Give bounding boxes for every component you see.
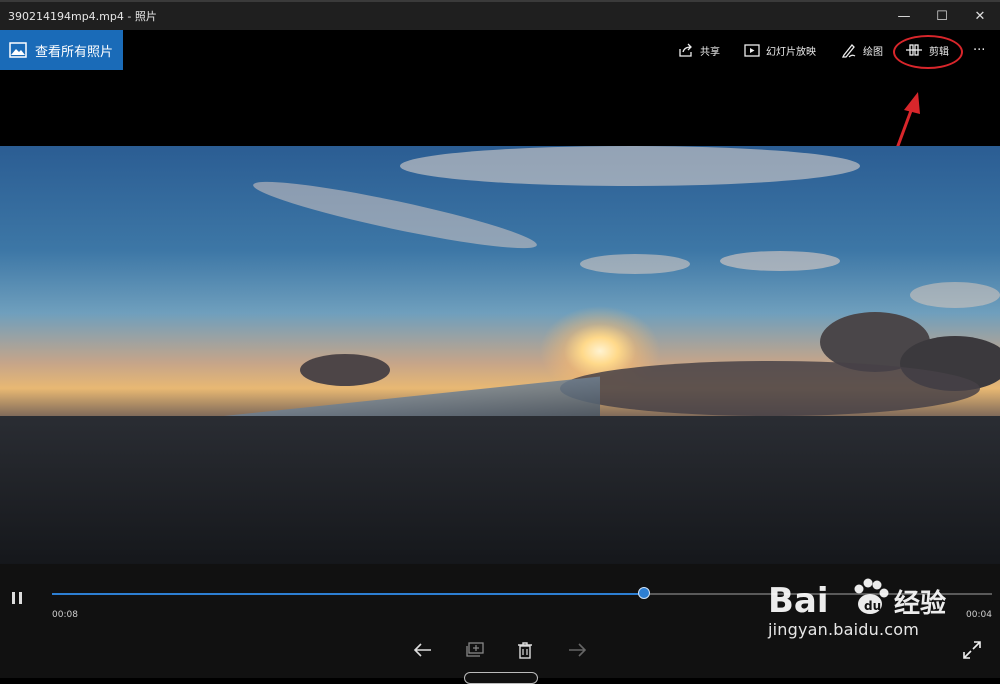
share-icon (679, 43, 692, 57)
storm-cloud (300, 354, 390, 386)
close-button[interactable]: ✕ (962, 4, 998, 28)
delete-button[interactable] (513, 638, 537, 662)
view-all-photos-label: 查看所有照片 (35, 44, 114, 60)
fullscreen-button[interactable] (962, 640, 982, 664)
expand-icon (963, 641, 981, 659)
more-icon: ··· (973, 42, 986, 58)
pause-icon (19, 592, 22, 604)
cloud-band (400, 146, 860, 186)
draw-button[interactable]: 绘图 (841, 30, 883, 70)
cloud-band (720, 251, 840, 271)
cloud-band (250, 171, 540, 259)
seek-thumb[interactable] (638, 587, 651, 599)
filmstrip-handle[interactable] (464, 672, 538, 684)
app-toolbar: 查看所有照片 共享 幻灯片放映 绘图 剪辑 ··· (0, 30, 1000, 70)
minimize-button[interactable]: — (886, 4, 922, 28)
pen-icon (841, 44, 856, 58)
baidu-watermark: Bai du 经验 jingyan.baidu.com (768, 572, 948, 662)
current-time: 00:08 (52, 610, 78, 620)
previous-button[interactable] (411, 638, 435, 662)
seek-progress (52, 593, 645, 595)
paw-logo-icon: Bai du 经验 (768, 578, 946, 621)
arrow-left-icon (414, 643, 431, 657)
slideshow-label: 幻灯片放映 (766, 46, 816, 58)
close-icon: ✕ (974, 8, 986, 24)
pause-button[interactable] (12, 592, 28, 608)
photos-icon (9, 42, 27, 58)
svg-text:经验: 经验 (894, 588, 946, 619)
watermark-url: jingyan.baidu.com (768, 620, 920, 639)
view-all-photos-button[interactable]: 查看所有照片 (0, 30, 123, 70)
arrow-right-icon (569, 643, 586, 657)
album-icon (466, 642, 484, 657)
next-button[interactable] (565, 638, 589, 662)
storm-cloud (560, 361, 980, 416)
minimize-icon: — (897, 8, 911, 24)
remaining-time: 00:04 (966, 610, 992, 620)
title-bar: 390214194mp4.mp4 - 照片 — ☐ ✕ (0, 0, 1000, 30)
video-frame[interactable] (0, 146, 1000, 564)
share-button[interactable]: 共享 (678, 30, 720, 70)
cityscape (0, 416, 1000, 564)
trash-icon (518, 641, 532, 659)
maximize-icon: ☐ (936, 8, 948, 24)
more-options-button[interactable]: ··· (973, 30, 985, 70)
svg-text:du: du (864, 599, 881, 613)
window-title: 390214194mp4.mp4 - 照片 (8, 10, 157, 23)
draw-label: 绘图 (863, 46, 883, 58)
cloud-band (580, 254, 690, 274)
cloud-band (910, 282, 1000, 308)
slideshow-icon (744, 43, 760, 57)
slideshow-button[interactable]: 幻灯片放映 (744, 30, 816, 70)
add-to-album-button[interactable] (463, 638, 487, 662)
pause-icon (12, 592, 15, 604)
share-label: 共享 (700, 46, 720, 58)
svg-text:Bai: Bai (768, 581, 829, 620)
maximize-button[interactable]: ☐ (924, 4, 960, 28)
edit-highlight-circle (893, 35, 963, 69)
